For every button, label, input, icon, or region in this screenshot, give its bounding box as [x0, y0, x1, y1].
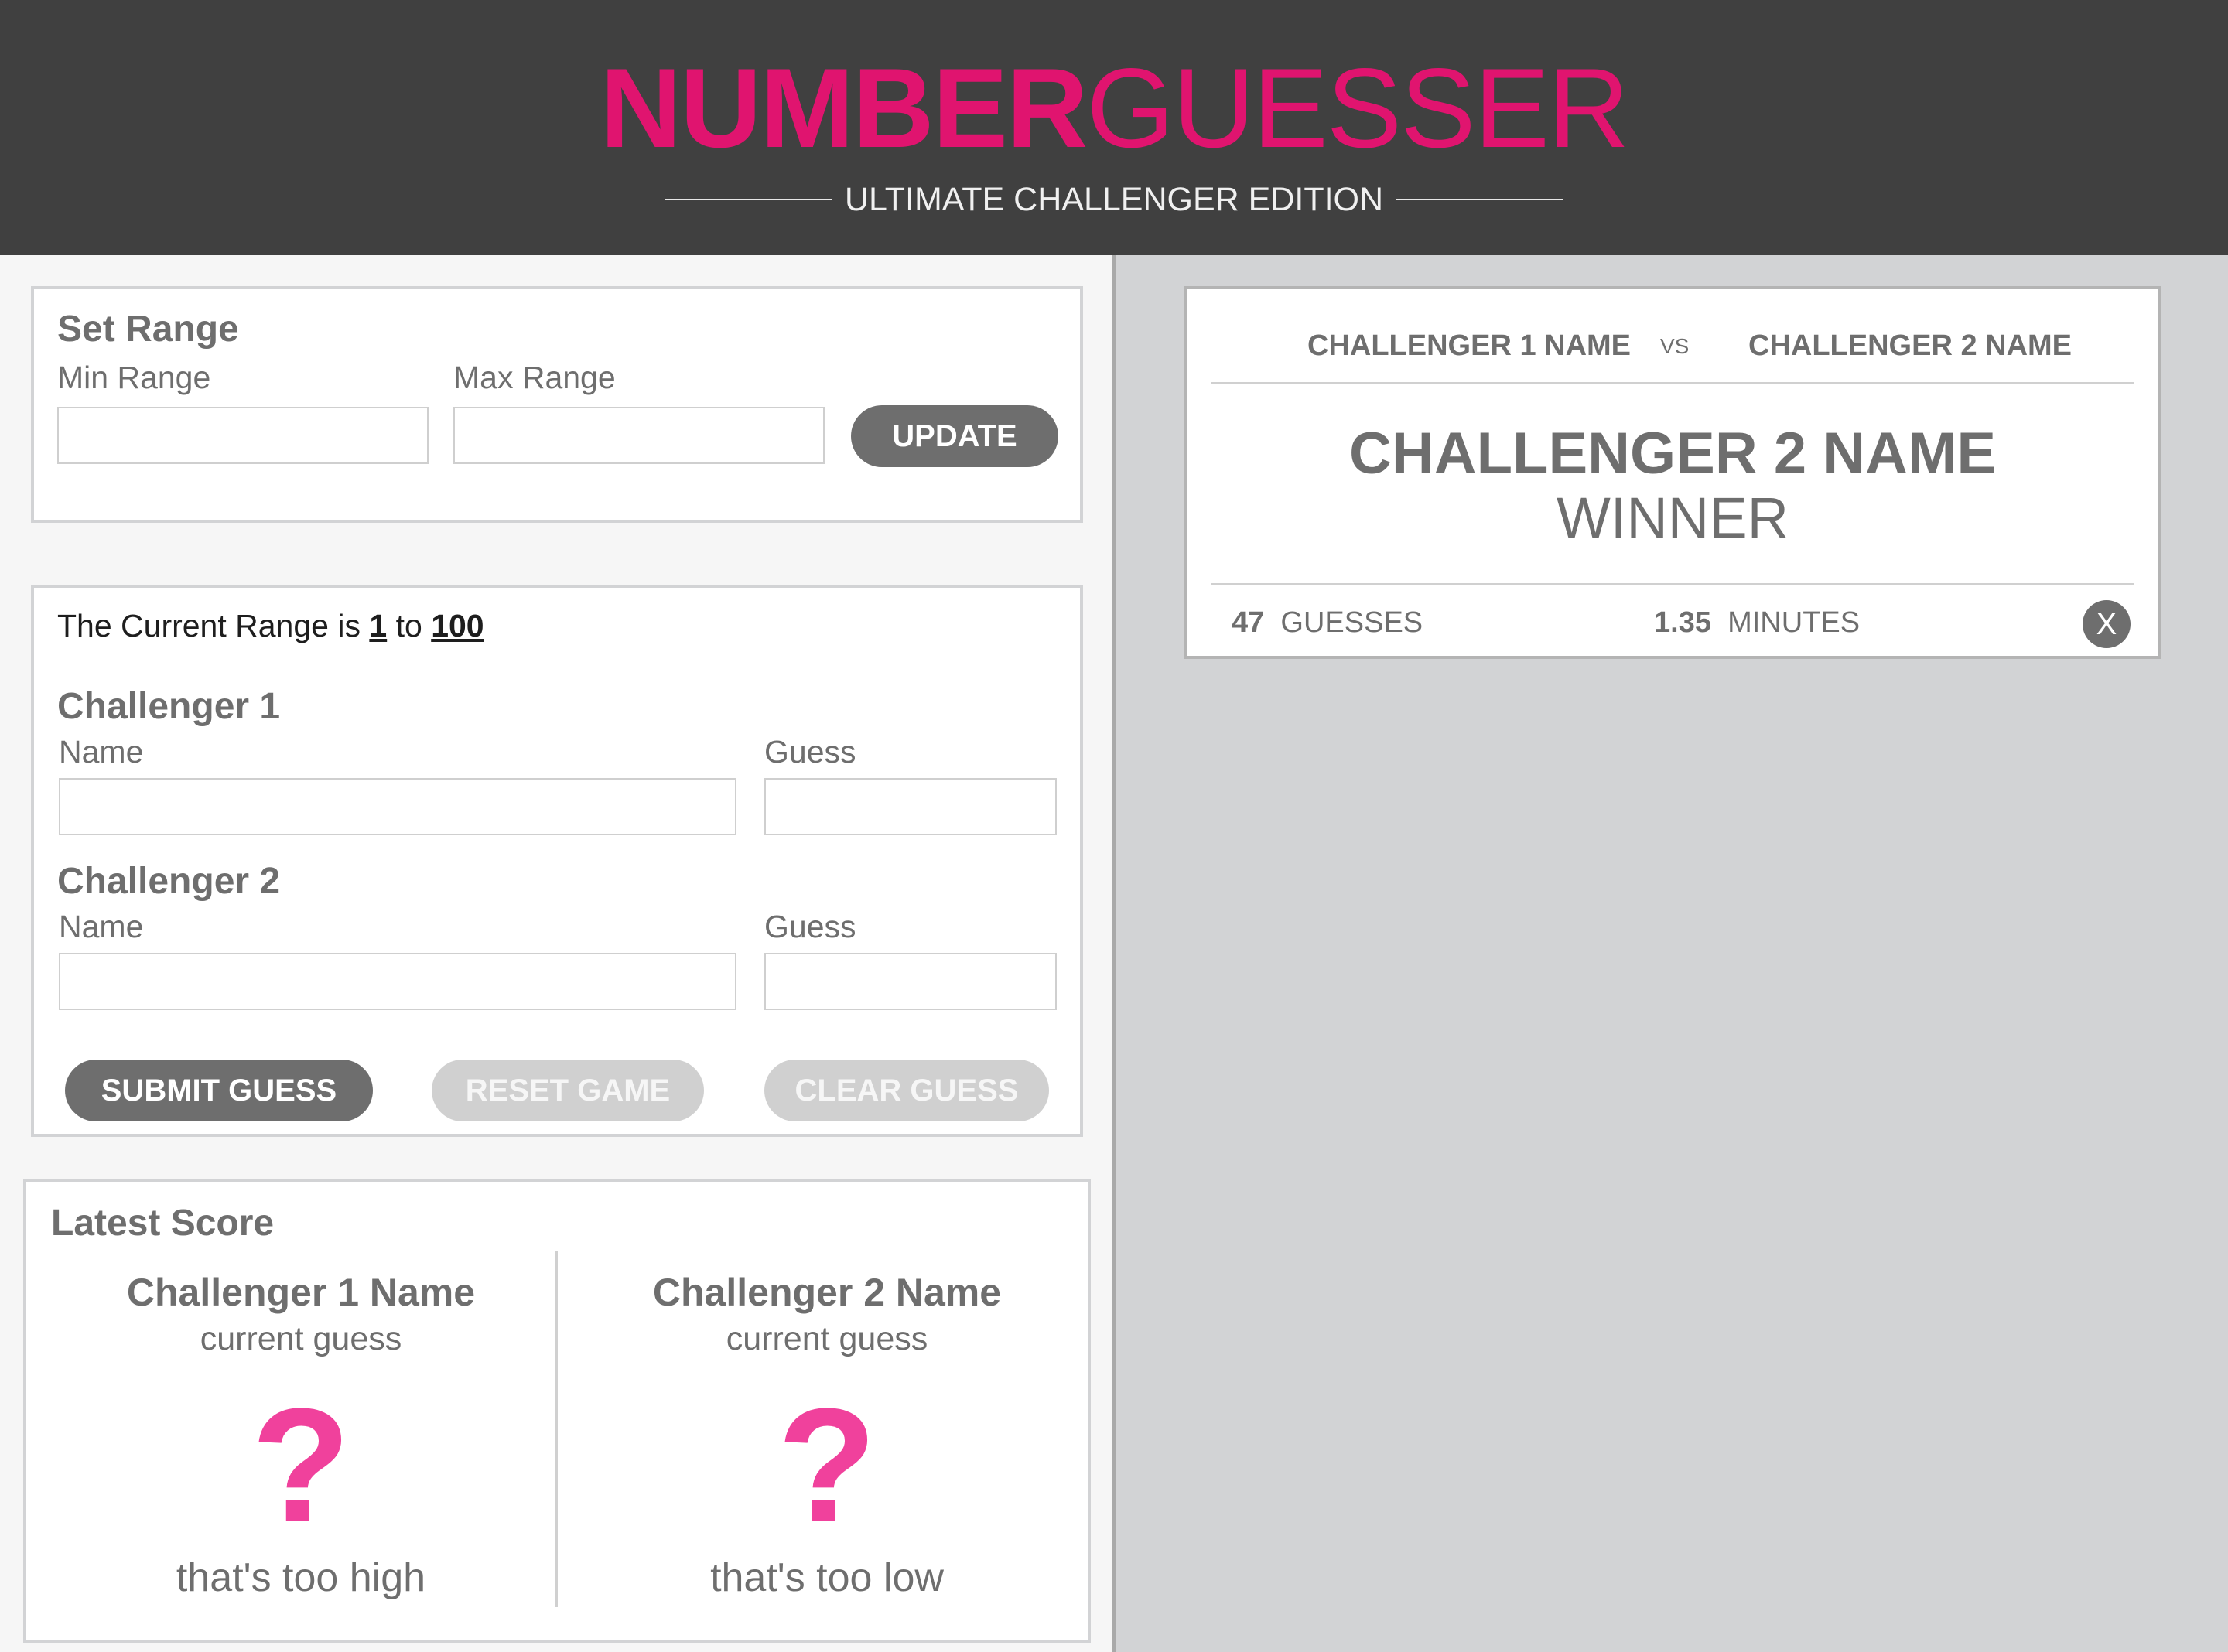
latest-score-title: Latest Score	[51, 1203, 275, 1244]
guesses-label: GUESSES	[1280, 606, 1423, 639]
challenger2-name-input[interactable]	[59, 953, 736, 1010]
score-challenger1-guess: ?	[251, 1374, 351, 1556]
result-bottom-rule	[1211, 583, 2134, 585]
score-challenger2-feedback: that's too low	[710, 1555, 944, 1600]
result-challenger1-name: CHALLENGER 1 NAME	[1307, 329, 1632, 362]
challenger2-guess-label: Guess	[764, 909, 856, 944]
score-challenger2-name: Challenger 2 Name	[652, 1271, 1002, 1314]
guesses-count: 47	[1232, 606, 1265, 639]
result-minutes: 1.35 MINUTES	[1654, 603, 1860, 642]
score-challenger1-subtitle: current guess	[200, 1320, 402, 1357]
result-top-rule	[1211, 382, 2134, 384]
result-card: CHALLENGER 1 NAME VS CHALLENGER 2 NAME C…	[1184, 286, 2161, 659]
max-range-label: Max Range	[453, 360, 616, 395]
latest-score-card: Latest Score Challenger 1 Name current g…	[23, 1179, 1091, 1643]
minutes-label: MINUTES	[1727, 606, 1861, 639]
result-winner-name: CHALLENGER 2 NAME	[1348, 421, 1997, 486]
score-challenger1-name: Challenger 1 Name	[126, 1271, 476, 1314]
range-prefix: The Current Range is	[57, 608, 361, 643]
guess-form-card: The Current Range is 1 to 100 Challenger…	[31, 585, 1083, 1137]
challenger1-title: Challenger 1	[57, 686, 281, 727]
min-range-label: Min Range	[57, 360, 211, 395]
submit-guess-button[interactable]: SUBMIT GUESS	[65, 1060, 373, 1121]
set-range-card: Set Range Min Range Max Range UPDATE	[31, 286, 1083, 523]
range-max-value: 100	[431, 608, 484, 643]
logo-light-text: GUESSER	[1086, 45, 1629, 171]
close-card-button[interactable]: X	[2083, 600, 2131, 648]
score-challenger2-subtitle: current guess	[726, 1320, 928, 1357]
column-divider	[1112, 255, 1116, 1652]
challenger2-guess-input[interactable]	[764, 953, 1057, 1010]
range-min-value: 1	[369, 608, 388, 643]
reset-game-button[interactable]: RESET GAME	[432, 1060, 704, 1121]
score-challenger2-guess: ?	[777, 1374, 877, 1556]
current-range-text: The Current Range is 1 to 100	[57, 605, 484, 647]
challenger1-name-label: Name	[59, 734, 144, 770]
set-range-title: Set Range	[57, 309, 239, 350]
app-subtitle: ULTIMATE CHALLENGER EDITION	[844, 181, 1384, 218]
range-to: to	[395, 608, 422, 643]
result-winner-label: WINNER	[1556, 486, 1789, 550]
minutes-count: 1.35	[1654, 606, 1711, 639]
result-guesses: 47 GUESSES	[1232, 603, 1423, 642]
result-challenger2-name: CHALLENGER 2 NAME	[1748, 329, 2073, 362]
score-challenger1-feedback: that's too high	[176, 1555, 426, 1600]
challenger1-guess-input[interactable]	[764, 778, 1057, 835]
app-logo: NUMBERGUESSER	[0, 46, 2228, 170]
result-vs: VS	[1660, 334, 1690, 358]
update-button[interactable]: UPDATE	[851, 405, 1058, 467]
logo-bold-text: NUMBER	[600, 45, 1088, 171]
challenger1-name-input[interactable]	[59, 778, 736, 835]
max-range-input[interactable]	[453, 407, 825, 464]
clear-guess-button[interactable]: CLEAR GUESS	[764, 1060, 1049, 1121]
challenger2-title: Challenger 2	[57, 861, 281, 902]
challenger1-guess-label: Guess	[764, 734, 856, 770]
min-range-input[interactable]	[57, 407, 429, 464]
challenger2-name-label: Name	[59, 909, 144, 944]
